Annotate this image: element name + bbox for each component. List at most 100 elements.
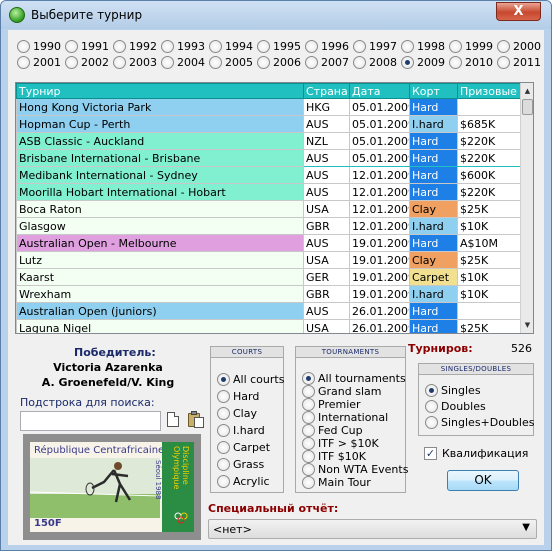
- tournaments-radio[interactable]: [302, 462, 315, 476]
- year-radio[interactable]: [65, 55, 78, 69]
- cell-court[interactable]: I.hard: [409, 217, 458, 235]
- tournaments-option[interactable]: Premier: [302, 397, 361, 412]
- tournaments-option[interactable]: ITF $10K: [302, 449, 366, 464]
- singles-option[interactable]: Singles: [425, 383, 481, 398]
- table-row[interactable]: Hong Kong Victoria Park HKG 05.01.2009 Hard: [16, 98, 522, 116]
- tournaments-option[interactable]: All tournaments: [302, 371, 406, 386]
- cell-prize[interactable]: [457, 98, 522, 116]
- year-radio[interactable]: [401, 55, 414, 69]
- tournaments-option[interactable]: Fed Cup: [302, 423, 363, 438]
- cell-country[interactable]: NZL: [303, 132, 350, 150]
- year-option-2008[interactable]: 2008: [353, 55, 397, 70]
- search-input[interactable]: [20, 411, 161, 431]
- courts-radio[interactable]: [217, 423, 230, 437]
- year-radio[interactable]: [305, 39, 318, 53]
- year-radio[interactable]: [449, 39, 462, 53]
- year-option-2009[interactable]: 2009: [401, 55, 445, 70]
- cell-prize[interactable]: $685K: [457, 115, 522, 133]
- cell-tournament[interactable]: Moorilla Hobart International - Hobart: [16, 183, 304, 201]
- cell-tournament[interactable]: Lutz: [16, 251, 304, 269]
- tournaments-option[interactable]: International: [302, 410, 388, 425]
- table-row[interactable]: Wrexham GBR 19.01.2009 I.hard $10K: [16, 285, 522, 303]
- year-radio[interactable]: [65, 39, 78, 53]
- cell-prize[interactable]: $25K: [457, 200, 522, 218]
- cell-date[interactable]: 19.01.2009: [349, 234, 410, 252]
- cell-date[interactable]: 26.01.2009: [349, 319, 410, 333]
- courts-radio[interactable]: [217, 389, 230, 403]
- cell-country[interactable]: HKG: [303, 98, 350, 116]
- tournament-grid[interactable]: Турнир Страна Дата Корт Призовые Hong Ko…: [15, 82, 534, 334]
- column-header-country[interactable]: Страна: [303, 83, 350, 99]
- cell-tournament[interactable]: Hopman Cup - Perth: [16, 115, 304, 133]
- cell-country[interactable]: AUS: [303, 302, 350, 320]
- cell-tournament[interactable]: ASB Classic - Auckland: [16, 132, 304, 150]
- year-option-1991[interactable]: 1991: [65, 39, 109, 54]
- tournaments-radio[interactable]: [302, 449, 315, 463]
- paste-icon[interactable]: [187, 411, 205, 428]
- courts-option[interactable]: All courts: [217, 372, 284, 387]
- grid-vertical-scrollbar[interactable]: ▲ ▼: [520, 83, 533, 333]
- year-radio[interactable]: [497, 55, 510, 69]
- column-header-prize[interactable]: Призовые: [457, 83, 522, 99]
- cell-prize[interactable]: A$10M: [457, 234, 522, 252]
- cell-date[interactable]: 12.01.2009: [349, 166, 410, 184]
- year-radio[interactable]: [113, 39, 126, 53]
- cell-court[interactable]: Clay: [409, 251, 458, 269]
- cell-prize[interactable]: $600K: [457, 166, 522, 184]
- table-row[interactable]: Laguna Nigel USA 26.01.2009 Hard $25K: [16, 319, 522, 333]
- cell-prize[interactable]: $220K: [457, 132, 522, 150]
- table-row[interactable]: Brisbane International - Brisbane AUS 05.0…: [16, 149, 522, 167]
- courts-option[interactable]: Clay: [217, 406, 257, 421]
- cell-prize[interactable]: $220K: [457, 149, 522, 167]
- table-row[interactable]: Boca Raton USA 12.01.2009 Clay $25K: [16, 200, 522, 218]
- cell-date[interactable]: 19.01.2009: [349, 251, 410, 269]
- cell-tournament[interactable]: Wrexham: [16, 285, 304, 303]
- scroll-down-icon[interactable]: ▼: [521, 318, 533, 332]
- cell-date[interactable]: 12.01.2009: [349, 217, 410, 235]
- cell-date[interactable]: 19.01.2009: [349, 268, 410, 286]
- year-radio[interactable]: [161, 39, 174, 53]
- cell-court[interactable]: Clay: [409, 200, 458, 218]
- year-option-1999[interactable]: 1999: [449, 39, 493, 54]
- cell-prize[interactable]: $25K: [457, 251, 522, 269]
- year-option-1996[interactable]: 1996: [305, 39, 349, 54]
- ok-button[interactable]: OK: [447, 470, 519, 491]
- cell-country[interactable]: AUS: [303, 115, 350, 133]
- cell-court[interactable]: Hard: [409, 234, 458, 252]
- cell-country[interactable]: USA: [303, 319, 350, 333]
- tournaments-radio[interactable]: [302, 410, 315, 424]
- year-option-2003[interactable]: 2003: [113, 55, 157, 70]
- tournaments-radio[interactable]: [302, 371, 315, 385]
- year-radio[interactable]: [401, 39, 414, 53]
- year-option-1998[interactable]: 1998: [401, 39, 445, 54]
- year-radio[interactable]: [17, 55, 30, 69]
- cell-prize[interactable]: [457, 302, 522, 320]
- cell-date[interactable]: 12.01.2009: [349, 183, 410, 201]
- cell-tournament[interactable]: Australian Open (juniors): [16, 302, 304, 320]
- year-option-2007[interactable]: 2007: [305, 55, 349, 70]
- cell-tournament[interactable]: Brisbane International - Brisbane: [16, 149, 304, 167]
- cell-tournament[interactable]: Laguna Nigel: [16, 319, 304, 333]
- tournaments-radio[interactable]: [302, 423, 315, 437]
- cell-court[interactable]: Hard: [409, 183, 458, 201]
- cell-tournament[interactable]: Hong Kong Victoria Park: [16, 98, 304, 116]
- close-button[interactable]: X: [496, 2, 541, 21]
- year-option-2010[interactable]: 2010: [449, 55, 493, 70]
- scroll-up-icon[interactable]: ▲: [521, 84, 533, 98]
- cell-country[interactable]: USA: [303, 200, 350, 218]
- courts-radio[interactable]: [217, 440, 230, 454]
- cell-country[interactable]: AUS: [303, 166, 350, 184]
- tournaments-option[interactable]: Grand slam: [302, 384, 381, 399]
- year-option-1993[interactable]: 1993: [161, 39, 205, 54]
- year-option-2011[interactable]: 2011: [497, 55, 541, 70]
- scrollbar-thumb[interactable]: [522, 99, 533, 115]
- table-row[interactable]: Australian Open (juniors) AUS 26.01.2009 Ha…: [16, 302, 522, 320]
- cell-court[interactable]: Hard: [409, 98, 458, 116]
- table-row[interactable]: Australian Open - Melbourne AUS 19.01.2009…: [16, 234, 522, 252]
- cell-country[interactable]: AUS: [303, 234, 350, 252]
- table-row[interactable]: Medibank International - Sydney AUS 12.01.…: [16, 166, 522, 184]
- table-row[interactable]: Moorilla Hobart International - Hobart AU…: [16, 183, 522, 201]
- courts-radio[interactable]: [217, 457, 230, 471]
- singles-radio[interactable]: [425, 383, 438, 397]
- cell-prize[interactable]: $220K: [457, 183, 522, 201]
